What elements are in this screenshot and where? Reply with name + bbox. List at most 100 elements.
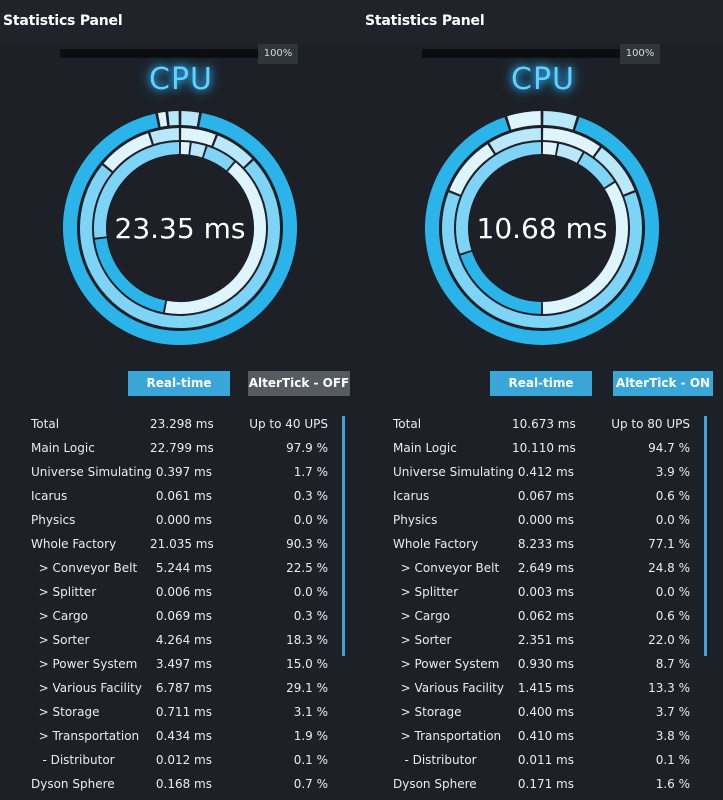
load-progress-label: 100% <box>258 44 298 64</box>
stat-name: Total <box>31 417 60 431</box>
stat-ms: 2.351 ms <box>517 633 574 647</box>
realtime-button[interactable]: Real-time <box>128 371 230 396</box>
panel-title-bar: Statistics Panel <box>362 0 723 44</box>
stats-row: Universe Simulating 0.397 ms 1.7 % <box>0 460 362 484</box>
stat-percent: 97.9 % <box>286 441 328 455</box>
stats-row: > Various Facility 6.787 ms 29.1 % <box>0 676 362 700</box>
load-progress-fill <box>422 49 620 58</box>
stat-name: > Power System <box>393 657 500 671</box>
stat-ms: 1.415 ms <box>517 681 574 695</box>
stat-percent: 3.8 % <box>655 729 690 743</box>
stat-ms: 2.649 ms <box>517 561 574 575</box>
stats-row: > Power System 0.930 ms 8.7 % <box>362 652 723 676</box>
stat-name: Whole Factory <box>393 537 479 551</box>
stat-percent: Up to 80 UPS <box>611 417 690 431</box>
stat-ms: 23.298 ms <box>150 417 214 431</box>
stat-name: > Various Facility <box>393 681 504 695</box>
stat-percent: Up to 40 UPS <box>249 417 328 431</box>
stat-ms: 0.397 ms <box>155 465 212 479</box>
load-progress-fill <box>60 49 258 58</box>
stats-scrollbar[interactable] <box>342 416 345 656</box>
stats-row: Physics 0.000 ms 0.0 % <box>362 508 723 532</box>
stat-percent: 0.7 % <box>293 777 328 791</box>
ring-segment <box>150 128 180 145</box>
stat-percent: 3.1 % <box>293 705 328 719</box>
stat-name: Main Logic <box>393 441 457 455</box>
statistics-panel-right: Statistics Panel 100% CPU 10.68 ms Real-… <box>362 0 723 800</box>
stats-scrollbar[interactable] <box>704 416 707 656</box>
stats-row: > Cargo 0.062 ms 0.6 % <box>362 604 723 628</box>
cpu-label: CPU <box>511 62 575 97</box>
stat-ms: 0.434 ms <box>155 729 212 743</box>
stat-name: > Transportation <box>393 729 502 743</box>
stats-row: > Power System 3.497 ms 15.0 % <box>0 652 362 676</box>
stat-name: > Cargo <box>393 609 450 623</box>
stat-ms: 8.233 ms <box>517 537 574 551</box>
stat-percent: 0.1 % <box>293 753 328 767</box>
stat-percent: 0.0 % <box>293 585 328 599</box>
stat-percent: 22.0 % <box>648 633 690 647</box>
stat-name: - Distributor <box>31 753 115 767</box>
stats-row: Main Logic 22.799 ms 97.9 % <box>0 436 362 460</box>
stat-percent: 94.7 % <box>648 441 690 455</box>
stat-ms: 0.003 ms <box>517 585 574 599</box>
stat-ms: 0.012 ms <box>155 753 212 767</box>
ring-segment <box>158 111 168 127</box>
stat-name: Universe Simulating <box>393 465 514 479</box>
ring-segment <box>556 143 583 163</box>
stat-name: > Power System <box>31 657 138 671</box>
stat-percent: 0.0 % <box>655 585 690 599</box>
statistics-panel-left: Statistics Panel 100% CPU 23.35 ms Real-… <box>0 0 362 800</box>
stat-percent: 0.0 % <box>293 513 328 527</box>
stat-name: > Various Facility <box>31 681 142 695</box>
stat-ms: 0.062 ms <box>517 609 574 623</box>
stat-ms: 0.006 ms <box>155 585 212 599</box>
stat-percent: 77.1 % <box>648 537 690 551</box>
stats-row: Universe Simulating 0.412 ms 3.9 % <box>362 460 723 484</box>
stat-percent: 29.1 % <box>286 681 328 695</box>
stat-ms: 6.787 ms <box>155 681 212 695</box>
stats-row: > Storage 0.711 ms 3.1 % <box>0 700 362 724</box>
load-progress-bar <box>422 49 620 58</box>
stat-percent: 0.1 % <box>655 753 690 767</box>
stat-name: Physics <box>393 513 438 527</box>
ring-segment <box>168 111 179 126</box>
stats-row: Whole Factory 8.233 ms 77.1 % <box>362 532 723 556</box>
ring-segment <box>203 146 235 171</box>
stat-name: Physics <box>31 513 76 527</box>
ring-segment <box>180 142 190 155</box>
stat-name: > Transportation <box>31 729 140 743</box>
stats-row: Total 23.298 ms Up to 40 UPS <box>0 412 362 436</box>
stats-row: > Sorter 4.264 ms 18.3 % <box>0 628 362 652</box>
altertick-toggle-button[interactable]: AlterTick - ON <box>613 371 713 396</box>
stat-name: > Sorter <box>31 633 90 647</box>
stat-percent: 1.7 % <box>293 465 328 479</box>
stat-percent: 1.6 % <box>655 777 690 791</box>
altertick-toggle-button[interactable]: AlterTick - OFF <box>248 371 350 396</box>
realtime-button[interactable]: Real-time <box>490 371 592 396</box>
stat-ms: 0.168 ms <box>155 777 212 791</box>
stat-name: > Splitter <box>31 585 97 599</box>
stat-ms: 10.110 ms <box>512 441 576 455</box>
ring-segment <box>543 111 577 130</box>
stat-ms: 21.035 ms <box>150 537 214 551</box>
stat-percent: 24.8 % <box>648 561 690 575</box>
stat-percent: 1.9 % <box>293 729 328 743</box>
stat-name: > Conveyor Belt <box>31 561 138 575</box>
load-progress-label: 100% <box>620 44 660 64</box>
stat-percent: 8.7 % <box>655 657 690 671</box>
stat-name: Total <box>393 417 422 431</box>
stats-row: Icarus 0.061 ms 0.3 % <box>0 484 362 508</box>
stat-ms: 3.497 ms <box>155 657 212 671</box>
stats-row: Main Logic 10.110 ms 94.7 % <box>362 436 723 460</box>
stat-ms: 0.061 ms <box>155 489 212 503</box>
stat-percent: 90.3 % <box>286 537 328 551</box>
stat-ms: 0.711 ms <box>155 705 212 719</box>
stats-row: Dyson Sphere 0.171 ms 1.6 % <box>362 772 723 796</box>
stats-row: > Splitter 0.006 ms 0.0 % <box>0 580 362 604</box>
stat-percent: 0.6 % <box>655 609 690 623</box>
stat-percent: 13.3 % <box>648 681 690 695</box>
stats-row: - Distributor 0.011 ms 0.1 % <box>362 748 723 772</box>
stat-percent: 3.7 % <box>655 705 690 719</box>
stat-name: Icarus <box>393 489 430 503</box>
